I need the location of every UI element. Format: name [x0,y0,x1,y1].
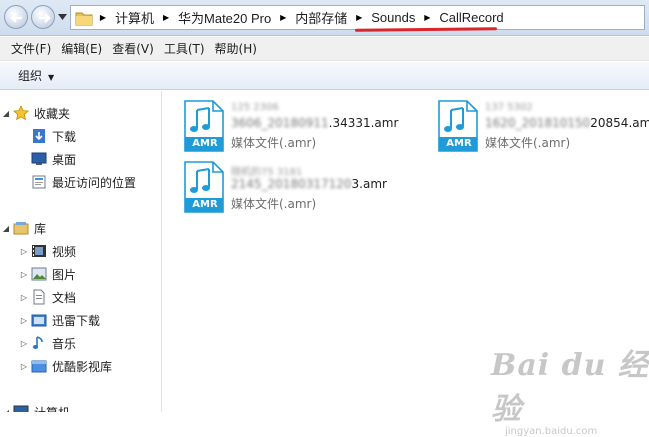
nav-item-downloads[interactable]: 下载 [0,126,161,146]
folder-icon [75,12,93,25]
nav-item-label: 桌面 [52,152,77,167]
library-icon [12,220,30,236]
nav-libraries-label: 库 [34,221,47,236]
breadcrumb-separator-icon[interactable]: ▶ [275,13,291,22]
nav-computer[interactable]: ◢ 计算机 [0,402,161,413]
collapsed-triangle-icon[interactable]: ▷ [18,339,30,348]
breadcrumb-device[interactable]: 华为Mate20 Pro [174,8,275,27]
pictures-library-icon [30,266,48,282]
forward-button[interactable] [31,5,55,29]
downloads-folder-icon [30,128,48,144]
nav-item-pictures[interactable]: ▷ 图片 [0,264,161,284]
file-icon-label: AMR [192,138,218,149]
file-name-blurred: 2145_20180317120 [231,177,352,191]
collapsed-triangle-icon[interactable]: ▷ [18,247,30,256]
address-bar-row: ▶ 计算机 ▶ 华为Mate20 Pro ▶ 内部存储 ▶ Sounds ▶ C… [0,0,649,36]
breadcrumb[interactable]: ▶ 计算机 ▶ 华为Mate20 Pro ▶ 内部存储 ▶ Sounds ▶ C… [70,5,645,30]
menu-tools[interactable]: 工具(T) [161,40,212,57]
file-name: 3606_20180911.34331.amr [231,116,398,130]
breadcrumb-computer[interactable]: 计算机 [111,8,158,27]
menu-file[interactable]: 文件(F) [8,40,58,57]
youku-library-icon [30,358,48,374]
nav-computer-label: 计算机 [34,404,70,413]
file-item[interactable]: AMR 125 2306 3606_20180911.34331.amr 媒体文… [183,100,413,158]
back-button[interactable] [4,5,28,29]
menu-view[interactable]: 查看(V) [109,40,161,57]
file-name-visible: 20854.amr [590,116,649,130]
file-name-line1: 随机的75 3181 [231,167,303,178]
expanded-triangle-icon[interactable]: ◢ [0,109,12,118]
breadcrumb-separator-icon[interactable]: ▶ [95,13,111,22]
file-name: 1620_20181015020854.amr [485,116,649,130]
menu-edit[interactable]: 编辑(E) [58,40,109,57]
file-icon-label: AMR [446,138,472,149]
nav-libraries[interactable]: ◢ 库 [0,218,161,238]
watermark-brand: Bai du 经验 [491,348,649,427]
breadcrumb-separator-icon[interactable]: ▶ [419,13,435,22]
expanded-triangle-icon[interactable]: ◢ [0,224,12,233]
thunder-downloads-icon [30,312,48,328]
nav-item-label: 音乐 [52,336,77,351]
nav-item-youku-library[interactable]: ▷ 优酷影视库 [0,356,161,376]
nav-item-recent-places[interactable]: 最近访问的位置 [0,172,161,192]
back-arrow-icon [10,13,22,23]
menu-help[interactable]: 帮助(H) [212,40,264,57]
organize-label: 组织 [18,69,43,83]
nav-item-desktop[interactable]: 桌面 [0,149,161,169]
nav-favorites-label: 收藏夹 [34,106,71,121]
breadcrumb-separator-icon[interactable]: ▶ [351,13,367,22]
file-name-blurred: 1620_201810150 [485,116,591,130]
menu-bar: 文件(F) 编辑(E) 查看(V) 工具(T) 帮助(H) [0,37,649,61]
nav-favorites[interactable]: ◢ 收藏夹 [0,103,161,123]
documents-library-icon [30,289,48,305]
baidu-jingyan-watermark: Bai du 经验 jingyan.baidu.com [491,340,649,437]
chevron-down-icon: ▼ [48,73,55,82]
organize-button[interactable]: 组织 ▼ [18,67,54,84]
nav-item-thunder-downloads[interactable]: ▷ 迅雷下载 [0,310,161,330]
nav-item-label: 下载 [52,129,77,144]
nav-item-label: 文档 [52,290,77,305]
nav-item-label: 迅雷下载 [52,313,101,328]
file-name-visible: .34331.amr [328,116,399,130]
desktop-icon [30,151,48,167]
file-type: 媒体文件(.amr) [485,136,571,150]
collapsed-triangle-icon[interactable]: ▷ [18,316,30,325]
file-item[interactable]: AMR 随机的75 3181 2145_201803171203.amr 媒体文… [183,161,413,219]
nav-item-documents[interactable]: ▷ 文档 [0,287,161,307]
nav-item-label: 图片 [52,267,77,282]
nav-item-videos[interactable]: ▷ 视频 [0,241,161,261]
file-type: 媒体文件(.amr) [231,197,317,211]
breadcrumb-separator-icon[interactable]: ▶ [158,13,174,22]
computer-icon [12,404,30,412]
file-name-line1: 125 2306 [231,102,279,113]
file-name: 2145_201803171203.amr [231,177,387,191]
command-bar: 组织 ▼ [0,62,649,90]
file-name-line1: 137 5302 [485,102,533,113]
collapsed-triangle-icon[interactable]: ▷ [18,362,30,371]
navigation-pane: ◢ 收藏夹 下载 桌面 最近访问的位置 ◢ 库 ▷ 视频 ▷ 图片 ▷ 文档 ▷… [0,91,162,412]
forward-arrow-icon [39,13,51,23]
breadcrumb-sounds[interactable]: Sounds [367,10,419,25]
music-note-icon [30,335,48,351]
nav-item-label: 最近访问的位置 [52,175,137,190]
breadcrumb-internal-storage[interactable]: 内部存储 [291,8,351,27]
recent-pages-dropdown-icon[interactable] [58,14,67,20]
video-library-icon [30,243,48,259]
file-item[interactable]: AMR 137 5302 1620_20181015020854.amr 媒体文… [437,100,649,158]
recent-places-icon [30,174,48,190]
breadcrumb-callrecord[interactable]: CallRecord [435,10,507,25]
file-name-visible: 3.amr [351,177,387,191]
red-underline-annotation [354,27,498,32]
collapsed-triangle-icon[interactable]: ▷ [18,293,30,302]
file-name-blurred: 3606_20180911 [231,116,329,130]
collapsed-triangle-icon[interactable]: ▷ [18,270,30,279]
file-type: 媒体文件(.amr) [231,136,317,150]
expanded-triangle-icon[interactable]: ◢ [0,408,12,413]
nav-item-music[interactable]: ▷ 音乐 [0,333,161,353]
watermark-url: jingyan.baidu.com [505,426,598,437]
star-icon [12,105,30,121]
nav-item-label: 优酷影视库 [52,359,113,374]
nav-item-label: 视频 [52,244,77,259]
file-icon-label: AMR [192,199,218,210]
